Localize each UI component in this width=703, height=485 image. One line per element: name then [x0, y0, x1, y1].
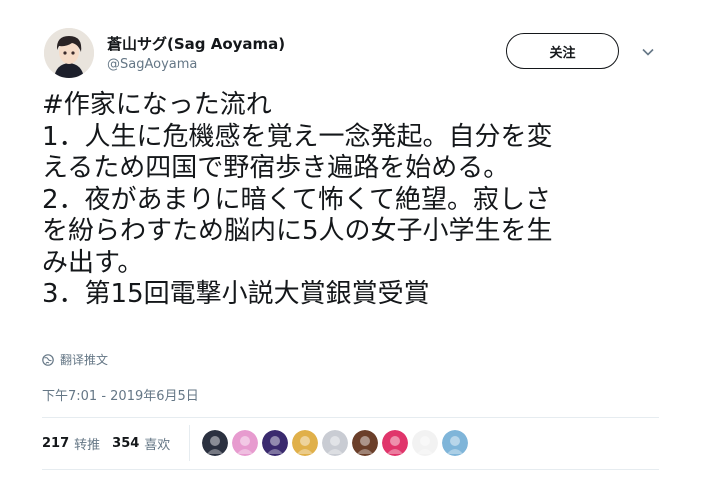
retweet-label: 转推	[74, 437, 101, 453]
user-avatar[interactable]	[44, 28, 94, 78]
liker-avatar-icon[interactable]	[382, 430, 408, 456]
anime-boy-avatar-icon	[44, 28, 94, 78]
likes-count: 354	[112, 435, 140, 451]
liker-avatar-icon[interactable]	[232, 430, 258, 456]
liker-avatar-icon[interactable]	[352, 430, 378, 456]
tweet-stats: 217 转推 354 喜欢	[42, 417, 182, 469]
user-handle[interactable]: @SagAoyama	[107, 57, 197, 72]
liker-avatar-icon[interactable]	[412, 430, 438, 456]
retweet-count: 217	[42, 435, 70, 451]
globe-icon	[42, 353, 54, 366]
tweet-line: 1．人生に危機感を覚え一念発起。自分を変	[42, 121, 553, 152]
likes-label: 喜欢	[144, 437, 171, 453]
chevron-down-icon	[642, 48, 654, 56]
translate-label: 翻译推文	[60, 353, 109, 367]
stats-separator	[189, 425, 190, 461]
tweet-line: 2．夜があまりに暗くて怖くて絶望。寂しさ	[42, 184, 551, 215]
tweet-line: 3．第15回電撃小説大賞銀賞受賞	[42, 279, 430, 309]
follow-button[interactable]: 关注	[506, 33, 619, 69]
tweet-line: えるため四国で野宿歩き遍路を始める。	[42, 153, 510, 183]
tweet-menu-button[interactable]	[640, 44, 656, 60]
tweet-line: み出す。	[42, 247, 144, 278]
liker-avatar-icon[interactable]	[442, 430, 468, 456]
liker-avatar-icon[interactable]	[292, 430, 318, 456]
liker-avatar-icon[interactable]	[322, 430, 348, 456]
display-name[interactable]: 蒼山サグ(Sag Aoyama)	[107, 33, 285, 54]
retweet-stat[interactable]: 217 转推	[42, 434, 100, 453]
tweet-line[interactable]: #作家になった流れ	[42, 90, 672, 122]
likes-stat[interactable]: 354 喜欢	[112, 434, 170, 453]
tweet-text: #作家になった流れ 1．人生に危機感を覚え一念発起。自分を変 えるため四国で野宿…	[42, 90, 672, 311]
liker-avatar-icon[interactable]	[262, 430, 288, 456]
tweet-line: を紛らわすため脳内に5人の女子小学生を生	[42, 216, 553, 246]
liker-avatar-list	[202, 430, 468, 456]
translate-tweet-link[interactable]: 翻译推文	[42, 351, 108, 368]
liker-avatar-icon[interactable]	[202, 430, 228, 456]
tweet-timestamp[interactable]: 下午7:01 - 2019年6月5日	[42, 385, 199, 404]
divider	[42, 469, 659, 470]
